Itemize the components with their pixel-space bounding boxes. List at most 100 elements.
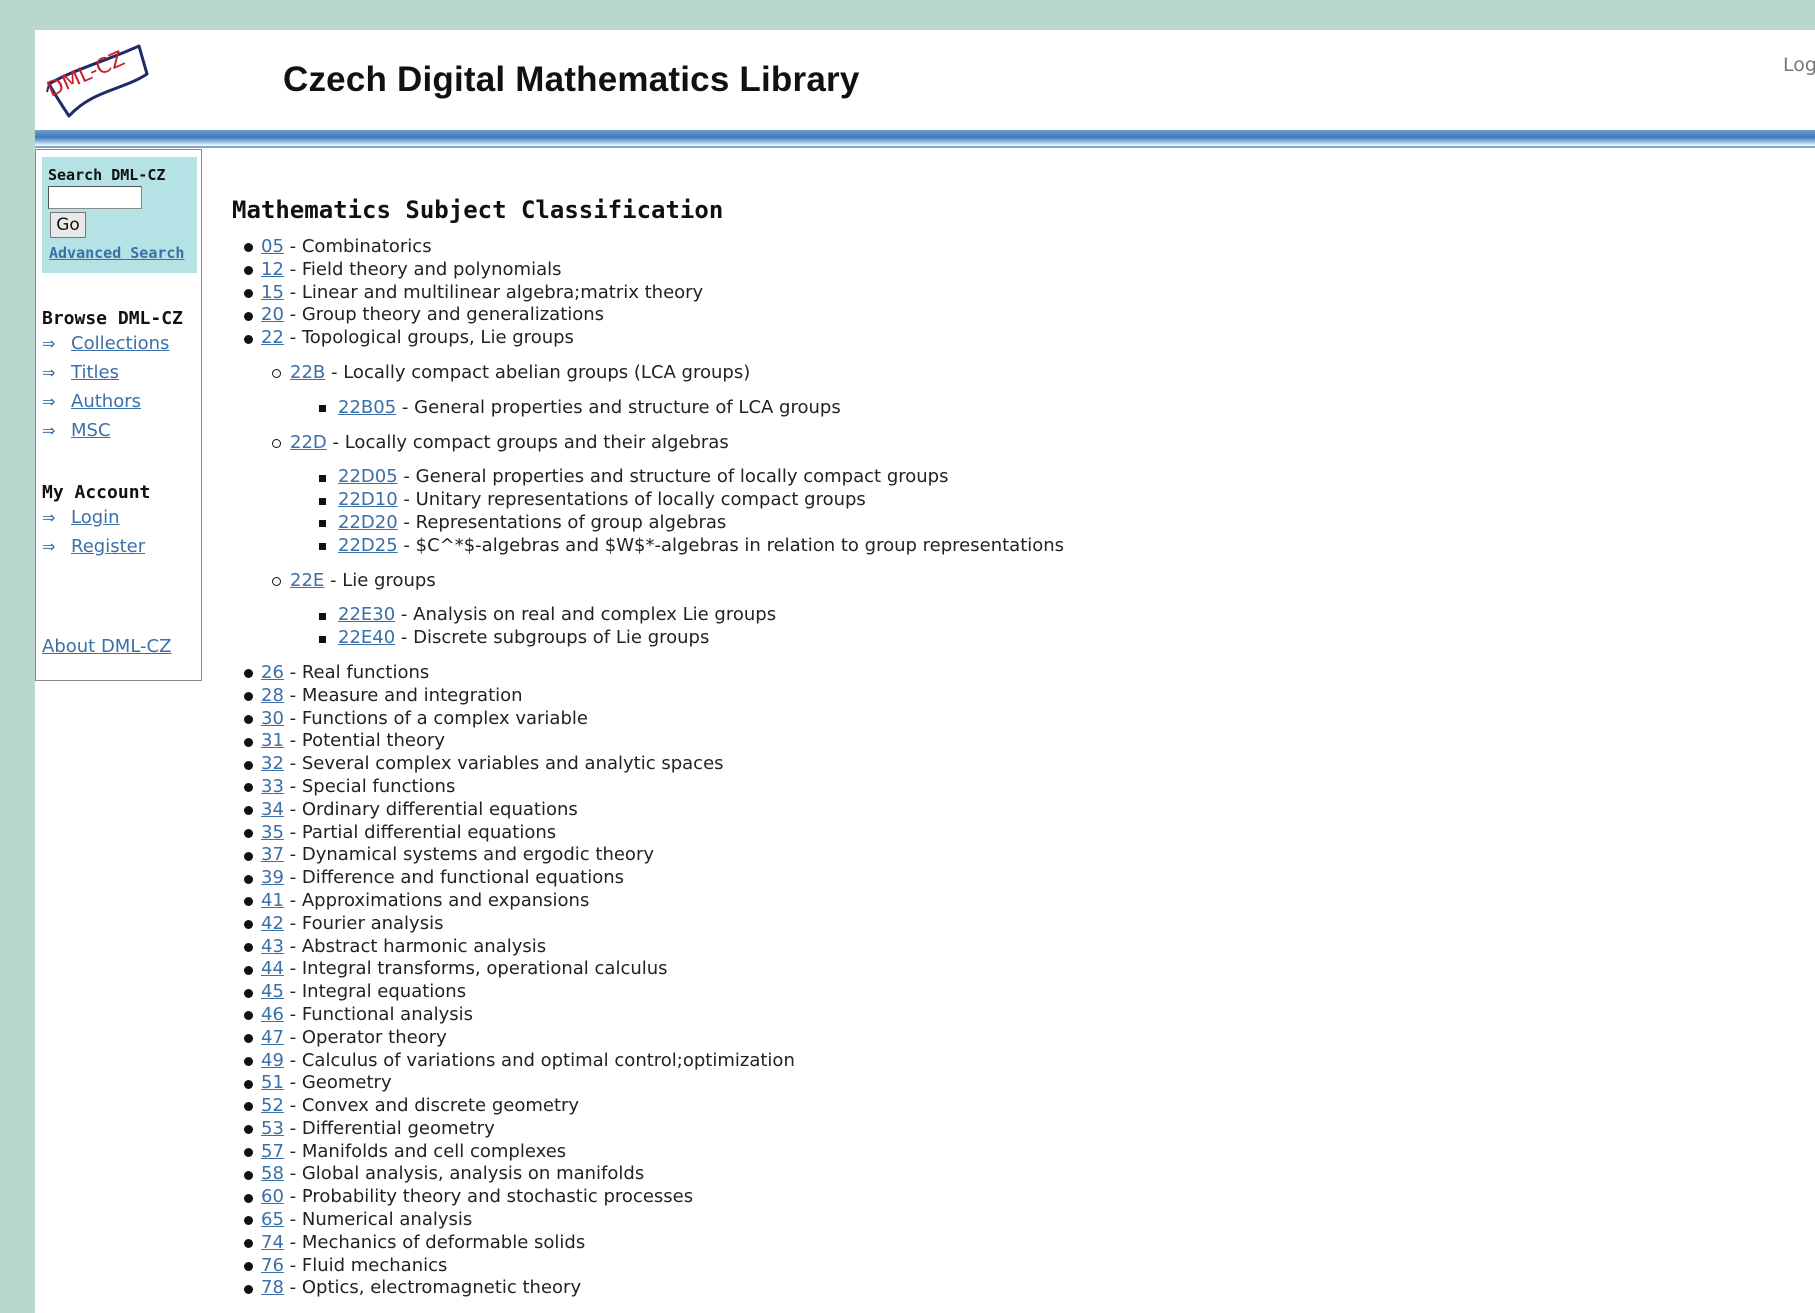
- msc-code-link[interactable]: 28: [261, 685, 284, 706]
- msc-code-link[interactable]: 32: [261, 753, 284, 774]
- msc-code-link[interactable]: 30: [261, 708, 284, 729]
- msc-label: $C^*$-algebras and $W$*-algebras in rela…: [415, 534, 1065, 556]
- msc-code-link[interactable]: 22E30: [338, 604, 395, 625]
- msc-code-link[interactable]: 37: [261, 844, 284, 865]
- browse-heading: Browse DML-CZ: [42, 308, 183, 329]
- msc-code-link[interactable]: 35: [261, 822, 284, 843]
- msc-code-link[interactable]: 31: [261, 730, 284, 751]
- msc-label: Optics, electromagnetic theory: [301, 1277, 582, 1299]
- msc-code-link[interactable]: 49: [261, 1050, 284, 1071]
- msc-code-link[interactable]: 15: [261, 282, 284, 303]
- separator: -: [283, 753, 302, 775]
- sidebar-item-label[interactable]: Titles: [71, 362, 119, 383]
- list-item: 60 - Probability theory and stochastic p…: [232, 1186, 1792, 1209]
- separator: -: [283, 958, 302, 980]
- msc-code-link[interactable]: 34: [261, 799, 284, 820]
- msc-code-link[interactable]: 51: [261, 1072, 284, 1093]
- msc-code-link[interactable]: 26: [261, 662, 284, 683]
- bullet-disc-icon: [244, 1216, 253, 1226]
- bullet-disc-icon: [244, 1262, 253, 1272]
- header-login-link[interactable]: Log: [1783, 54, 1815, 76]
- page-title: Mathematics Subject Classification: [232, 196, 724, 224]
- msc-code-link[interactable]: 53: [261, 1118, 284, 1139]
- msc-code-link[interactable]: 22D20: [338, 512, 398, 533]
- msc-code-link[interactable]: 22: [261, 327, 284, 348]
- sidebar-item-register[interactable]: ⇒ Register: [42, 536, 145, 557]
- msc-code-link[interactable]: 22D05: [338, 466, 398, 487]
- sidebar-item-authors[interactable]: ⇒ Authors: [42, 391, 141, 412]
- msc-code-link[interactable]: 22E: [290, 570, 324, 591]
- advanced-search-link[interactable]: Advanced Search: [49, 244, 184, 262]
- arrow-icon: ⇒: [42, 508, 56, 527]
- msc-code-link[interactable]: 78: [261, 1277, 284, 1298]
- sidebar-item-label[interactable]: Authors: [71, 391, 141, 412]
- arrow-icon: ⇒: [42, 537, 56, 556]
- msc-code-link[interactable]: 42: [261, 913, 284, 934]
- msc-code-link[interactable]: 65: [261, 1209, 284, 1230]
- separator: -: [395, 627, 414, 649]
- msc-code-link[interactable]: 22B: [290, 362, 325, 383]
- bullet-square-icon: [319, 497, 326, 505]
- msc-code-link[interactable]: 57: [261, 1141, 284, 1162]
- msc-label: Numerical analysis: [301, 1209, 473, 1231]
- sidebar-item-login[interactable]: ⇒ Login: [42, 507, 120, 528]
- list-item: 49 - Calculus of variations and optimal …: [232, 1050, 1792, 1073]
- msc-code-link[interactable]: 43: [261, 936, 284, 957]
- msc-code-link[interactable]: 22E40: [338, 627, 395, 648]
- separator: -: [283, 1163, 302, 1185]
- msc-code-link[interactable]: 22D25: [338, 535, 398, 556]
- msc-code-link[interactable]: 22B05: [338, 397, 396, 418]
- bullet-disc-icon: [244, 714, 253, 724]
- bullet-disc-icon: [244, 1193, 253, 1203]
- bullet-disc-icon: [244, 965, 253, 975]
- msc-code-link[interactable]: 20: [261, 304, 284, 325]
- sidebar-item-msc[interactable]: ⇒ MSC: [42, 420, 111, 441]
- bullet-disc-icon: [244, 737, 253, 747]
- list-item: 58 - Global analysis, analysis on manifo…: [232, 1163, 1792, 1186]
- sidebar-item-label[interactable]: Register: [71, 536, 145, 557]
- msc-code-link[interactable]: 46: [261, 1004, 284, 1025]
- msc-label: Ordinary differential equations: [301, 798, 578, 820]
- msc-code-link[interactable]: 22D: [290, 432, 327, 453]
- list-item: 51 - Geometry: [232, 1072, 1792, 1095]
- msc-code-link[interactable]: 47: [261, 1027, 284, 1048]
- about-link[interactable]: About DML-CZ: [42, 636, 171, 657]
- msc-label: Discrete subgroups of Lie groups: [413, 627, 710, 649]
- msc-code-link[interactable]: 45: [261, 981, 284, 1002]
- msc-code-link[interactable]: 39: [261, 867, 284, 888]
- sidebar-item-label[interactable]: MSC: [71, 420, 111, 441]
- msc-label: Integral equations: [301, 981, 467, 1003]
- dml-cz-logo[interactable]: DML-CZ: [43, 40, 155, 120]
- bullet-square-icon: [319, 635, 326, 643]
- sidebar-item-label[interactable]: Collections: [71, 333, 169, 354]
- msc-code-link[interactable]: 52: [261, 1095, 284, 1116]
- bullet-disc-icon: [244, 806, 253, 816]
- msc-label: Fourier analysis: [301, 912, 444, 934]
- arrow-icon: ⇒: [42, 334, 56, 353]
- msc-label: Approximations and expansions: [301, 889, 590, 911]
- separator: -: [283, 912, 302, 934]
- msc-list: 05 - Combinatorics 12 - Field theory and …: [232, 236, 1792, 1300]
- arrow-icon: ⇒: [42, 392, 56, 411]
- msc-label: Differential geometry: [301, 1117, 495, 1139]
- msc-code-link[interactable]: 60: [261, 1186, 284, 1207]
- sidebar-item-collections[interactable]: ⇒ Collections: [42, 333, 169, 354]
- msc-code-link[interactable]: 41: [261, 890, 284, 911]
- msc-code-link[interactable]: 33: [261, 776, 284, 797]
- sidebar: Search DML-CZ Go Advanced Search Browse …: [35, 149, 202, 681]
- list-item: 53 - Differential geometry: [232, 1118, 1792, 1141]
- separator: -: [283, 1254, 302, 1276]
- sidebar-item-label[interactable]: Login: [71, 507, 120, 528]
- list-item: 22 - Topological groups, Lie groups: [232, 327, 1792, 350]
- msc-code-link[interactable]: 58: [261, 1163, 284, 1184]
- msc-code-link[interactable]: 44: [261, 958, 284, 979]
- msc-code-link[interactable]: 22D10: [338, 489, 398, 510]
- msc-code-link[interactable]: 05: [261, 236, 284, 257]
- msc-code-link[interactable]: 74: [261, 1232, 284, 1253]
- search-go-button[interactable]: Go: [50, 212, 86, 238]
- msc-code-link[interactable]: 12: [261, 259, 284, 280]
- msc-label: Measure and integration: [301, 684, 523, 706]
- msc-code-link[interactable]: 76: [261, 1255, 284, 1276]
- sidebar-item-titles[interactable]: ⇒ Titles: [42, 362, 119, 383]
- search-input[interactable]: [48, 186, 142, 209]
